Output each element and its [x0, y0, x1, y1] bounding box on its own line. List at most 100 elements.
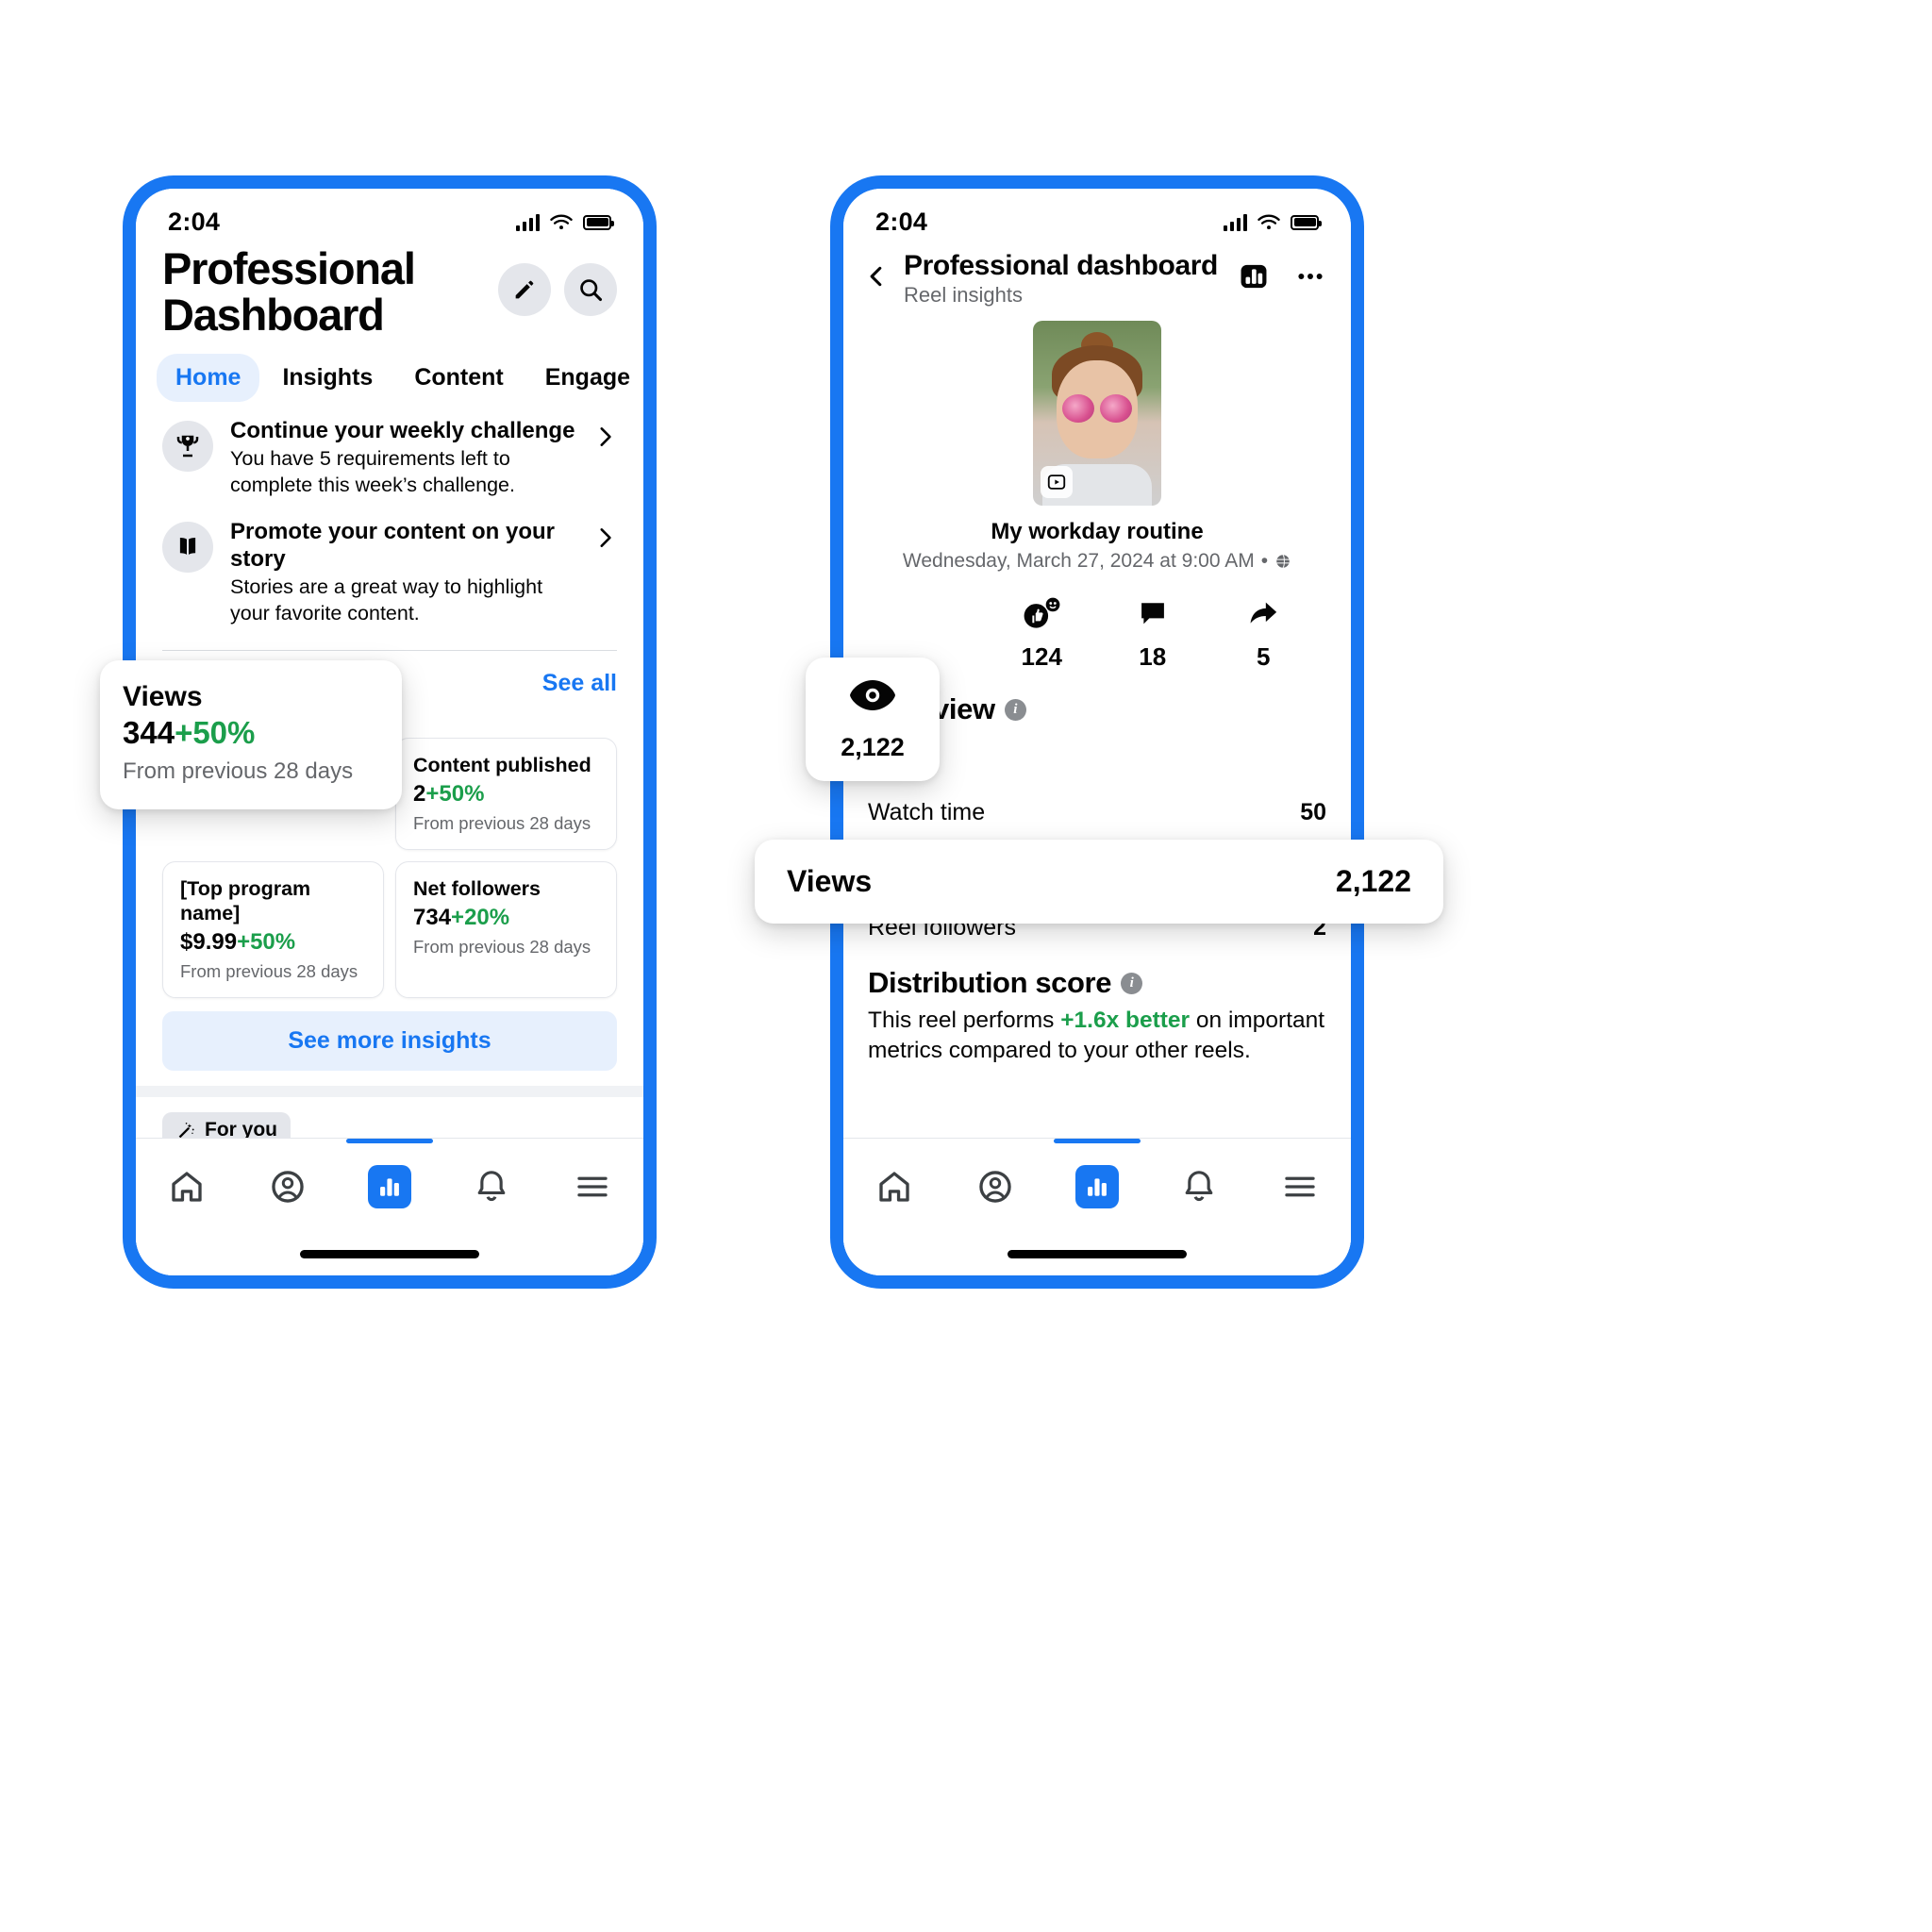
overview-row-watch-time: Watch time 50 — [868, 784, 1326, 841]
bottom-nav-row — [136, 1139, 643, 1216]
engagement-value: 5 — [1257, 642, 1271, 671]
callout-label: Views — [123, 681, 203, 712]
wifi-icon — [1257, 214, 1280, 229]
wifi-icon — [550, 214, 573, 229]
nav-profile[interactable] — [961, 1158, 1029, 1216]
stat-value: $9.99 — [180, 928, 238, 955]
nav-dashboard[interactable] — [1053, 1139, 1141, 1216]
reactions-icon — [1024, 597, 1060, 628]
callout-value-row: 344+50% — [123, 715, 379, 751]
list-item-text: Promote your content on your story Stori… — [230, 518, 575, 627]
trophy-icon — [176, 435, 199, 457]
stat-footnote: From previous 28 days — [413, 936, 591, 957]
cellular-signal-icon — [516, 213, 540, 231]
chevron-right-icon — [600, 426, 611, 446]
book-icon — [179, 537, 196, 555]
info-icon[interactable]: i — [1121, 972, 1143, 994]
engagement-value: 18 — [1139, 642, 1167, 671]
back-button[interactable] — [864, 262, 889, 295]
nav-home[interactable] — [860, 1158, 928, 1216]
active-tab-indicator — [1053, 1139, 1141, 1143]
callout-delta: +50% — [175, 715, 256, 750]
overview-row-label: Watch time — [868, 799, 986, 825]
bottom-nav-row — [843, 1139, 1351, 1216]
list-item-title: Continue your weekly challenge — [230, 417, 575, 443]
performance-see-all-link[interactable]: See all — [542, 670, 617, 697]
tab-home[interactable]: Home — [157, 353, 260, 402]
stat-footnote: From previous 28 days — [413, 813, 591, 834]
distribution-text-before: This reel performs — [868, 1008, 1061, 1033]
stat-card-top-program[interactable]: [Top program name] $9.99+50% From previo… — [162, 861, 384, 998]
info-icon[interactable]: i — [1004, 698, 1026, 721]
battery-icon — [583, 214, 614, 230]
nav-dashboard[interactable] — [345, 1139, 433, 1216]
status-indicators — [1224, 213, 1322, 232]
callout-views-row[interactable]: Views 2,122 — [755, 840, 1443, 924]
search-button[interactable] — [564, 263, 617, 316]
list-item[interactable]: Continue your weekly challenge You have … — [162, 411, 617, 512]
callout-views-left[interactable]: Views 344+50% From previous 28 days — [100, 660, 402, 809]
nav-profile[interactable] — [254, 1158, 322, 1216]
tab-engage[interactable]: Engage — [526, 354, 643, 402]
tab-bar[interactable]: Home Insights Content Engage M — [136, 339, 643, 411]
distribution-title: Distribution score — [868, 966, 1112, 999]
dashboard-active-box — [367, 1165, 411, 1208]
nav-notifications[interactable] — [1165, 1158, 1233, 1216]
stat-value-row: 2+50% — [413, 781, 599, 808]
reel-preview: My workday routine Wednesday, March 27, … — [843, 321, 1351, 573]
engagement-comments[interactable]: 18 — [1122, 597, 1184, 672]
battery-icon — [1291, 214, 1322, 230]
section-divider-band — [136, 1085, 643, 1097]
nav-menu[interactable] — [558, 1158, 626, 1216]
share-icon — [1250, 602, 1277, 624]
stat-value-row: 734+20% — [413, 905, 599, 931]
tab-content[interactable]: Content — [395, 354, 522, 402]
reel-timestamp: Wednesday, March 27, 2024 at 9:00 AM — [902, 550, 1255, 572]
compose-button[interactable] — [498, 263, 551, 316]
status-indicators — [516, 213, 614, 232]
bottom-navigation-left[interactable] — [136, 1138, 643, 1275]
list-item-text: Continue your weekly challenge You have … — [230, 417, 575, 499]
comment-icon — [1141, 603, 1164, 625]
chevron-right-icon-wrap[interactable] — [592, 425, 617, 454]
stat-card-content-published[interactable]: Content published 2+50% From previous 28… — [395, 738, 617, 851]
distribution-title-wrap: Distribution score i — [843, 957, 1351, 1000]
nav-home[interactable] — [153, 1158, 221, 1216]
nav-notifications[interactable] — [458, 1158, 525, 1216]
chevron-right-icon — [600, 527, 611, 547]
reel-thumbnail[interactable] — [1033, 321, 1161, 506]
stat-card-net-followers[interactable]: Net followers 734+20% From previous 28 d… — [395, 861, 617, 998]
list-item-subtitle: Stories are a great way to highlight you… — [230, 575, 543, 625]
distribution-description: This reel performs +1.6x better on impor… — [843, 1000, 1351, 1066]
engagement-reactions[interactable]: 124 — [1010, 597, 1073, 672]
callout-views-tile[interactable]: 2,122 — [806, 658, 940, 781]
see-more-insights-button[interactable]: See more insights — [162, 1010, 617, 1071]
chart-button[interactable] — [1238, 260, 1270, 297]
bottom-navigation-right[interactable] — [843, 1138, 1351, 1275]
menu-icon — [577, 1176, 608, 1197]
stat-value: 734 — [413, 904, 452, 930]
dashboard-icon — [1088, 1178, 1107, 1196]
reel-title: My workday routine — [991, 519, 1204, 544]
list-item[interactable]: Promote your content on your story Stori… — [162, 512, 617, 641]
stat-delta: +50% — [237, 928, 296, 955]
home-indicator — [300, 1250, 479, 1258]
nav-menu[interactable] — [1266, 1158, 1334, 1216]
reel-meta-separator: • — [1260, 550, 1269, 572]
page-subtitle: Reel insights — [904, 283, 1023, 307]
notifications-icon — [477, 1171, 505, 1202]
engagement-value: 124 — [1021, 642, 1062, 671]
reel-play-icon — [1047, 475, 1066, 490]
dashboard-icon — [380, 1178, 399, 1196]
chevron-right-icon-wrap[interactable] — [592, 525, 617, 555]
tab-insights[interactable]: Insights — [263, 354, 391, 402]
status-bar-left: 2:04 — [136, 189, 643, 241]
callout-value: 2,122 — [841, 733, 905, 761]
callout-value: 344 — [123, 715, 175, 750]
more-options-button[interactable] — [1294, 260, 1326, 297]
reel-meta: Wednesday, March 27, 2024 at 9:00 AM • — [903, 550, 1291, 573]
page-title: Professional Dashboard — [162, 243, 416, 340]
dashboard-active-box — [1074, 1165, 1119, 1208]
engagement-shares[interactable]: 5 — [1232, 597, 1294, 672]
back-chevron-icon — [870, 266, 882, 287]
